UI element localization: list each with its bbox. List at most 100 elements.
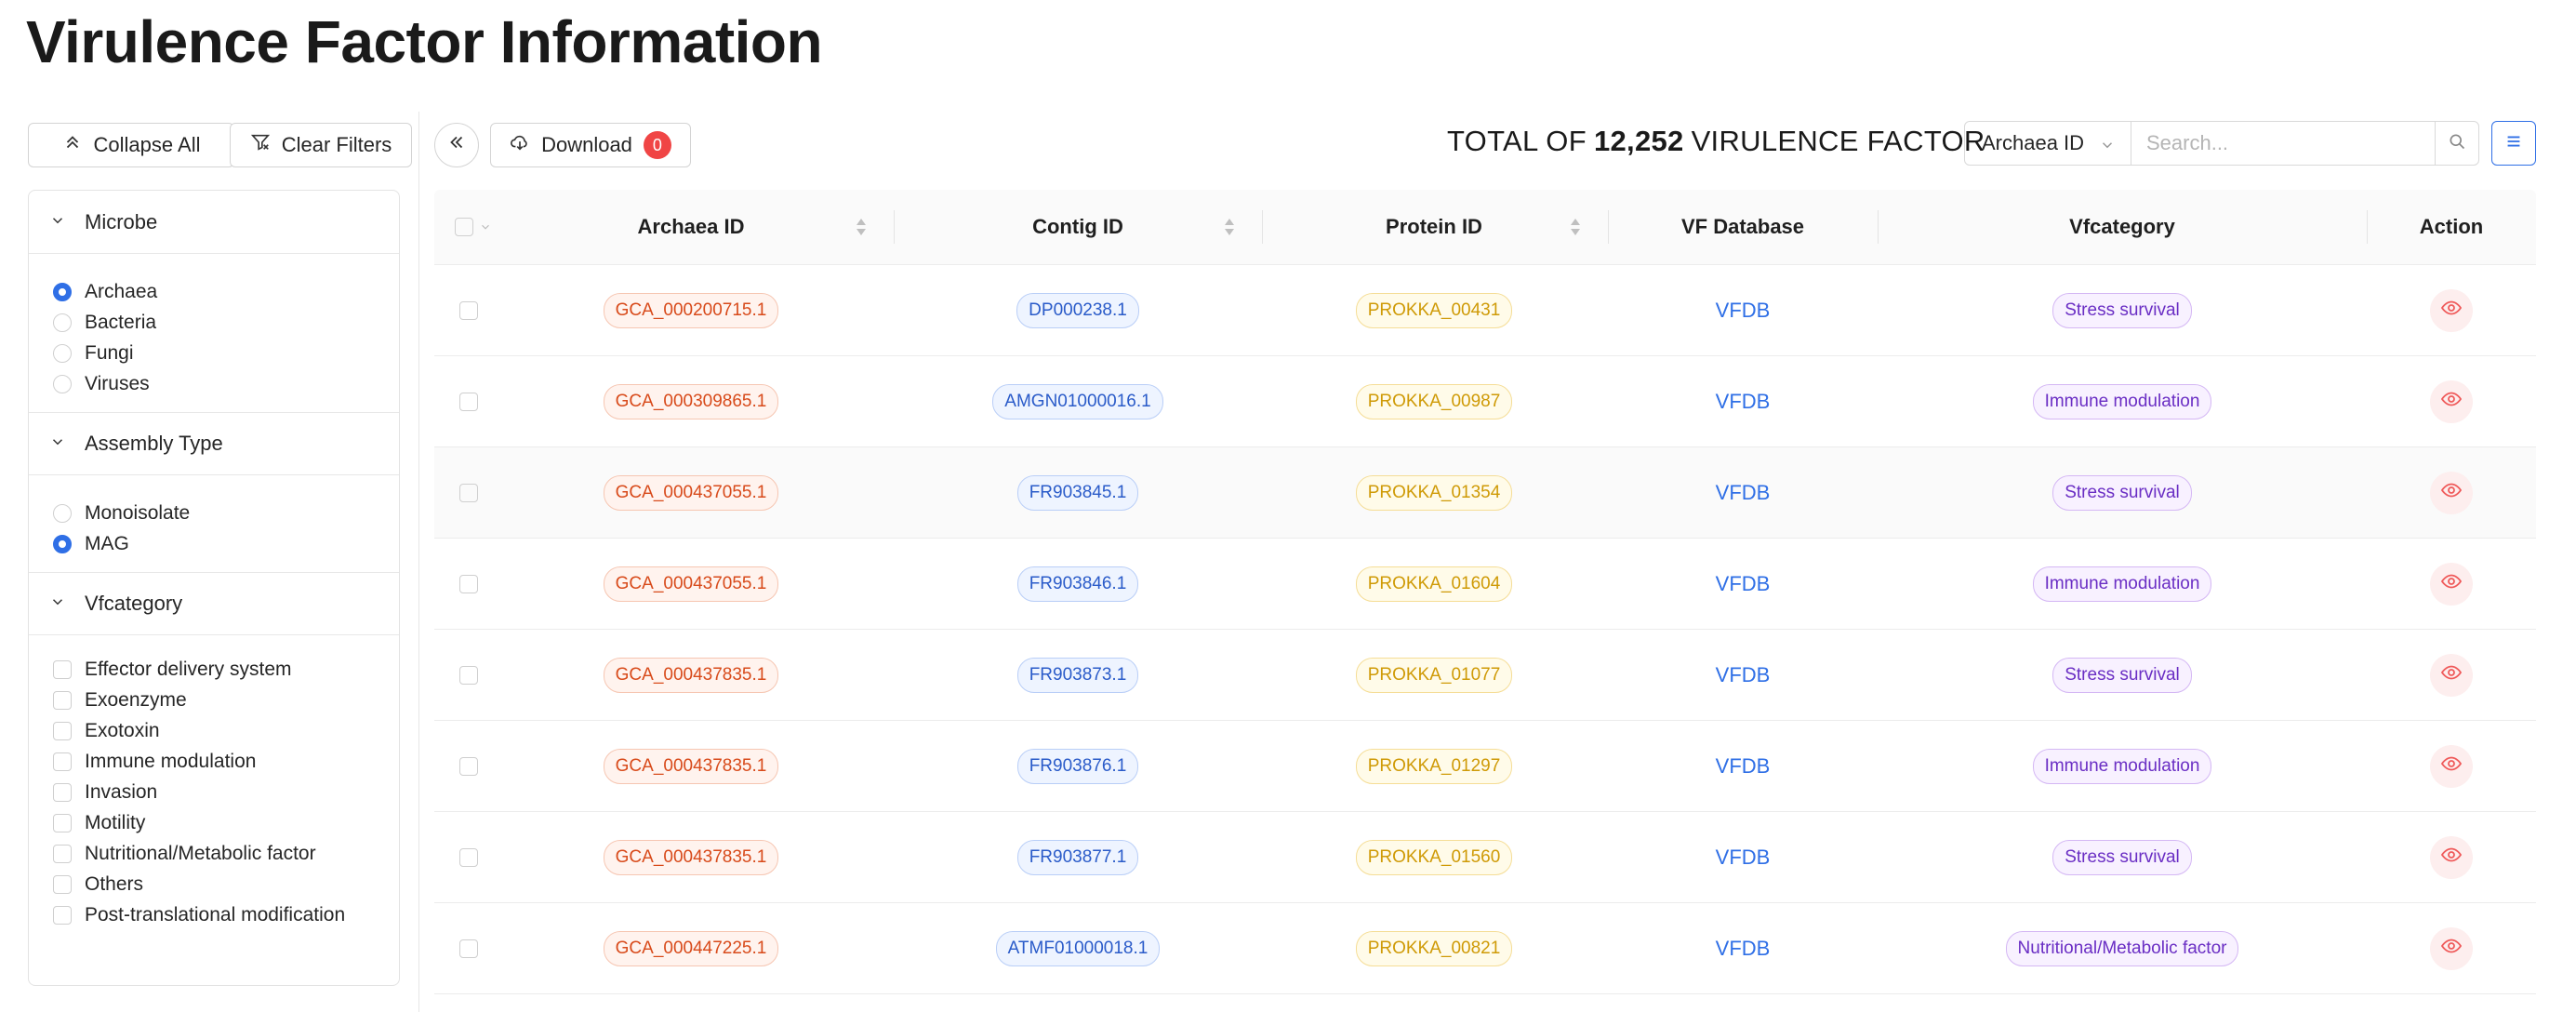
contig-id-tag[interactable]: FR903845.1 [1016, 474, 1139, 511]
radio-button[interactable] [53, 282, 72, 301]
view-button[interactable] [2430, 562, 2473, 606]
row-checkbox[interactable] [459, 847, 478, 867]
vf-database-link[interactable]: VFDB [1716, 754, 1771, 779]
row-checkbox[interactable] [459, 483, 478, 502]
vf-database-link[interactable]: VFDB [1716, 481, 1771, 505]
checkbox-option[interactable]: Others [53, 869, 399, 899]
row-checkbox[interactable] [459, 392, 478, 411]
protein-id-tag[interactable]: PROKKA_01560 [1355, 839, 1513, 875]
column-archaea-id[interactable]: Archaea ID [511, 190, 871, 264]
radio-button[interactable] [53, 374, 72, 393]
view-button[interactable] [2430, 744, 2473, 788]
checkbox[interactable] [53, 782, 72, 802]
select-all-header[interactable] [455, 190, 501, 264]
row-checkbox[interactable] [459, 300, 478, 320]
checkbox-option[interactable]: Exoenzyme [53, 685, 399, 715]
search-button[interactable] [2435, 121, 2479, 166]
option-label: Bacteria [85, 311, 157, 333]
sort-icon[interactable] [855, 216, 868, 243]
radio-option[interactable]: Bacteria [53, 307, 399, 338]
vf-database-link[interactable]: VFDB [1716, 299, 1771, 323]
sort-icon[interactable] [1569, 216, 1582, 243]
checkbox-option[interactable]: Invasion [53, 777, 399, 807]
column-menu-button[interactable] [2491, 121, 2536, 166]
checkbox-option[interactable]: Exotoxin [53, 715, 399, 746]
contig-id-tag[interactable]: FR903846.1 [1016, 566, 1139, 602]
view-button[interactable] [2430, 653, 2473, 697]
vf-database-link[interactable]: VFDB [1716, 390, 1771, 414]
view-button[interactable] [2430, 835, 2473, 879]
download-button[interactable]: Download 0 [490, 123, 691, 167]
chevron-down-icon [49, 432, 66, 456]
contig-id-tag[interactable]: FR903876.1 [1016, 748, 1139, 784]
clear-filters-button[interactable]: Clear Filters [230, 123, 412, 167]
radio-button[interactable] [53, 343, 72, 363]
row-checkbox[interactable] [459, 574, 478, 593]
archaea-id-tag[interactable]: GCA_000437055.1 [603, 566, 779, 602]
checkbox-option[interactable]: Motility [53, 807, 399, 838]
protein-id-tag[interactable]: PROKKA_01297 [1355, 748, 1513, 784]
contig-id-tag[interactable]: ATMF01000018.1 [995, 930, 1161, 966]
radio-option[interactable]: Archaea [53, 276, 399, 307]
protein-id-tag[interactable]: PROKKA_01077 [1355, 657, 1513, 693]
collapse-sidebar-button[interactable] [434, 123, 479, 167]
table-row: GCA_000437055.1 FR903846.1 PROKKA_01604 … [434, 539, 2536, 630]
checkbox-option[interactable]: Immune modulation [53, 746, 399, 777]
checkbox[interactable] [53, 690, 72, 710]
archaea-id-tag[interactable]: GCA_000437835.1 [603, 839, 779, 875]
search-input[interactable] [2131, 121, 2436, 166]
archaea-id-tag[interactable]: GCA_000437835.1 [603, 748, 779, 784]
vf-database-link[interactable]: VFDB [1716, 572, 1771, 596]
archaea-id-tag[interactable]: GCA_000200715.1 [603, 292, 779, 328]
checkbox[interactable] [53, 844, 72, 863]
radio-option[interactable]: Monoisolate [53, 498, 399, 528]
row-checkbox[interactable] [459, 756, 478, 776]
contig-id-tag[interactable]: FR903873.1 [1016, 657, 1139, 693]
checkbox-option[interactable]: Nutritional/Metabolic factor [53, 838, 399, 869]
contig-id-tag[interactable]: AMGN01000016.1 [992, 383, 1163, 419]
sort-icon[interactable] [1223, 216, 1236, 243]
column-contig-id[interactable]: Contig ID [894, 190, 1262, 264]
search-field-select[interactable]: Archaea ID [1964, 121, 2131, 166]
checkbox[interactable] [53, 874, 72, 894]
filter-section-assembly-type[interactable]: Assembly Type [29, 412, 399, 475]
contig-id-tag[interactable]: DP000238.1 [1016, 292, 1139, 328]
collapse-all-button[interactable]: Collapse All [28, 123, 234, 167]
protein-id-tag[interactable]: PROKKA_00987 [1355, 383, 1513, 419]
radio-button[interactable] [53, 313, 72, 332]
row-checkbox[interactable] [459, 665, 478, 685]
protein-id-tag[interactable]: PROKKA_00821 [1355, 930, 1513, 966]
vf-database-link[interactable]: VFDB [1716, 937, 1771, 961]
checkbox[interactable] [53, 905, 72, 925]
checkbox-option[interactable]: Post-translational modification [53, 899, 399, 930]
protein-id-tag[interactable]: PROKKA_01354 [1355, 474, 1513, 511]
radio-option[interactable]: MAG [53, 528, 399, 559]
archaea-id-tag[interactable]: GCA_000309865.1 [603, 383, 779, 419]
checkbox[interactable] [53, 659, 72, 679]
radio-option[interactable]: Viruses [53, 368, 399, 399]
contig-id-tag[interactable]: FR903877.1 [1016, 839, 1139, 875]
checkbox[interactable] [53, 752, 72, 771]
view-button[interactable] [2430, 288, 2473, 332]
radio-button[interactable] [53, 503, 72, 523]
vf-database-link[interactable]: VFDB [1716, 846, 1771, 870]
view-button[interactable] [2430, 926, 2473, 970]
radio-button[interactable] [53, 534, 72, 553]
archaea-id-tag[interactable]: GCA_000437835.1 [603, 657, 779, 693]
column-protein-id[interactable]: Protein ID [1262, 190, 1606, 264]
archaea-id-tag[interactable]: GCA_000437055.1 [603, 474, 779, 511]
filter-section-microbe[interactable]: Microbe [29, 191, 399, 254]
row-checkbox[interactable] [459, 939, 478, 958]
filter-section-vfcategory[interactable]: Vfcategory [29, 572, 399, 635]
protein-id-tag[interactable]: PROKKA_00431 [1355, 292, 1513, 328]
protein-id-tag[interactable]: PROKKA_01604 [1355, 566, 1513, 602]
archaea-id-tag[interactable]: GCA_000447225.1 [603, 930, 779, 966]
view-button[interactable] [2430, 471, 2473, 514]
radio-option[interactable]: Fungi [53, 338, 399, 368]
select-all-checkbox[interactable] [455, 218, 473, 236]
checkbox-option[interactable]: Effector delivery system [53, 654, 399, 685]
vf-database-link[interactable]: VFDB [1716, 663, 1771, 687]
checkbox[interactable] [53, 721, 72, 740]
view-button[interactable] [2430, 380, 2473, 423]
checkbox[interactable] [53, 813, 72, 832]
